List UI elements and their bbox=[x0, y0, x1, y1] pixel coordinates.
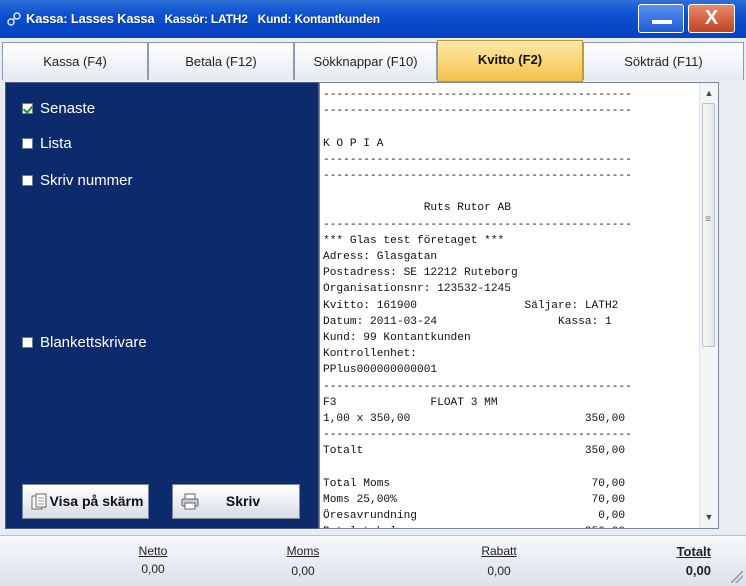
option-skriv-nummer[interactable]: Skriv nummer bbox=[22, 171, 133, 191]
scroll-down-arrow-icon[interactable]: ▼ bbox=[700, 509, 718, 526]
totals-footer: Netto 0,00 Moms 0,00 Rabatt 0,00 Totalt … bbox=[0, 535, 746, 586]
scroll-thumb[interactable] bbox=[702, 103, 715, 347]
moms-value: 0,00 bbox=[291, 564, 315, 578]
skriv-nummer-label: Skriv nummer bbox=[40, 172, 133, 189]
option-senaste[interactable]: Senaste bbox=[22, 99, 95, 119]
receipt-scrollbar[interactable]: ▲ ▼ bbox=[699, 83, 718, 528]
visa-pa-skarm-label: Visa på skärm bbox=[49, 493, 144, 509]
title-kassor: Kassör: LATH2 bbox=[164, 12, 248, 26]
rabatt-value: 0,00 bbox=[487, 564, 511, 578]
netto-label[interactable]: Netto bbox=[118, 544, 188, 558]
totalt-value: 0,00 bbox=[685, 563, 711, 578]
title-bar: Kassa: Lasses Kassa Kassör: LATH2 Kund: Ko… bbox=[0, 0, 746, 38]
skriv-button[interactable]: Skriv bbox=[172, 484, 300, 519]
option-lista[interactable]: Lista bbox=[22, 134, 72, 154]
moms-summary: Moms 0,00 bbox=[268, 544, 338, 578]
window-title: Kassa: Lasses Kassa Kassör: LATH2 Kund: Ko… bbox=[26, 11, 390, 26]
totalt-label[interactable]: Totalt bbox=[640, 544, 711, 559]
title-kund: Kund: Kontantkunden bbox=[257, 12, 380, 26]
netto-value: 0,00 bbox=[141, 562, 165, 576]
senaste-checkbox[interactable] bbox=[22, 103, 33, 114]
netto-summary: Netto 0,00 bbox=[118, 544, 188, 576]
option-blankettskrivare[interactable]: Blankettskrivare bbox=[22, 333, 147, 353]
lista-label: Lista bbox=[40, 135, 72, 152]
blankettskrivare-label: Blankettskrivare bbox=[40, 334, 147, 351]
receipt-preview: ----------------------------------------… bbox=[319, 82, 719, 529]
minimize-button[interactable] bbox=[638, 4, 684, 33]
tab-kassa[interactable]: Kassa (F4) bbox=[2, 42, 148, 80]
tab-betala[interactable]: Betala (F12) bbox=[148, 42, 294, 80]
senaste-label: Senaste bbox=[40, 100, 96, 117]
title-kassa: Kassa: Lasses Kassa bbox=[26, 11, 155, 26]
rabatt-summary: Rabatt 0,00 bbox=[464, 544, 534, 578]
app-icon bbox=[7, 12, 21, 26]
close-button[interactable]: X bbox=[688, 4, 735, 33]
resize-grip-icon[interactable] bbox=[731, 571, 743, 583]
tab-soktrad[interactable]: Sökträd (F11) bbox=[583, 42, 744, 80]
blankettskrivare-checkbox[interactable] bbox=[22, 337, 33, 348]
visa-pa-skarm-button[interactable]: Visa på skärm bbox=[22, 484, 149, 519]
tab-kvitto[interactable]: Kvitto (F2) bbox=[437, 40, 583, 82]
totalt-summary: Totalt 0,00 bbox=[640, 544, 711, 578]
skriv-nummer-checkbox[interactable] bbox=[22, 175, 33, 186]
receipt-options-panel: Senaste Lista Skriv nummer Blankettskriv… bbox=[5, 82, 319, 529]
tab-bar: Kassa (F4) Betala (F12) Sökknappar (F10)… bbox=[2, 40, 744, 82]
scroll-up-arrow-icon[interactable]: ▲ bbox=[700, 85, 718, 102]
rabatt-label[interactable]: Rabatt bbox=[464, 544, 534, 558]
moms-label[interactable]: Moms bbox=[268, 544, 338, 558]
tab-sokknappar[interactable]: Sökknappar (F10) bbox=[294, 42, 437, 80]
receipt-text: ----------------------------------------… bbox=[323, 89, 632, 528]
lista-checkbox[interactable] bbox=[22, 138, 33, 149]
skriv-label: Skriv bbox=[225, 493, 261, 509]
